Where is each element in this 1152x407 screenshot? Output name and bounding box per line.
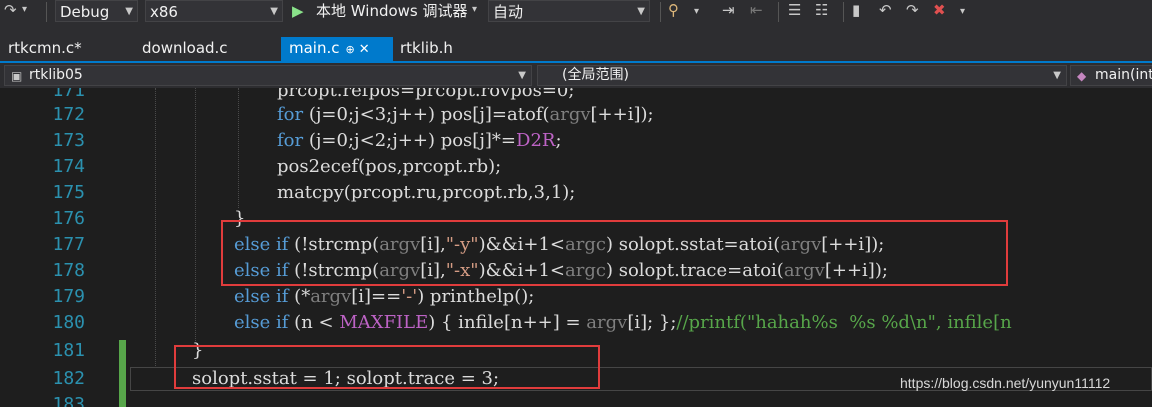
line-number: 181 [52,340,85,361]
toolbar-separator [660,2,661,22]
scope-value: (全局范围) [562,67,629,83]
code-line: 174 pos2ecef(pos,prcopt.rb); [0,154,1152,180]
document-tabs: rtkcmn.c* download.c main.c ⊕ ✕ rtklib.h [0,37,1152,61]
solution-select[interactable]: 自动 ▼ [488,0,650,22]
tab-rtkcmn[interactable]: rtkcmn.c* [0,37,90,61]
close-icon[interactable]: ✕ [359,42,370,57]
line-number: 174 [52,156,85,177]
project-icon: ▣ [11,69,23,83]
next-bookmark-icon[interactable]: ↷ [906,0,919,20]
redo-icon[interactable]: ↷ [4,0,17,20]
chevron-down-icon: ▼ [270,6,278,17]
toolbar: ↷ ▾ Debug ▼ x86 ▼ ▶ 本地 Windows 调试器 ▾ 自动 … [0,0,1152,38]
tab-label: rtkcmn.c* [8,39,82,57]
function-icon: ◆ [1077,69,1087,83]
member-select[interactable]: ◆ main(int [1070,65,1152,86]
clear-bookmarks-icon[interactable]: ✖ [933,0,946,20]
navigation-bar: ▣ rtklib05 ▼ (全局范围) ▼ ◆ main(int [0,63,1152,89]
indent-icon[interactable]: ⇥ [722,0,735,20]
project-value: rtklib05 [29,67,83,83]
watermark: https://blog.csdn.net/yunyun11112 [900,375,1111,391]
highlight-box-options [221,220,1008,286]
line-number: 175 [52,182,85,203]
chevron-down-icon: ▼ [518,70,526,81]
platform-select[interactable]: x86 ▼ [145,0,283,22]
chevron-down-icon[interactable]: ▾ [960,2,965,22]
code-text: matcpy(prcopt.ru,prcopt.rb,3,1); [277,182,576,203]
chevron-down-icon[interactable]: ▾ [22,0,27,20]
uncomment-icon[interactable]: ☷ [815,0,828,20]
solution-value: 自动 [493,3,524,21]
toolbar-separator [843,2,844,22]
line-number: 172 [52,104,85,125]
tab-main[interactable]: main.c ⊕ ✕ [281,37,393,61]
code-text: for (j=0;j<3;j++) pos[j]=atof(argv[++i])… [277,104,654,125]
chevron-down-icon[interactable]: ▾ [472,0,477,20]
chevron-down-icon: ▼ [1053,70,1061,81]
toolbar-separator [46,2,47,22]
toolbar-separator [778,2,779,22]
code-line: 183 [0,392,1152,407]
comment-icon[interactable]: ☰ [788,0,801,20]
run-debugger-button[interactable]: 本地 Windows 调试器 [316,0,468,22]
member-value: main(int [1095,67,1152,83]
code-editor[interactable]: 171 prcopt.refpos=prcopt.rovpos=0; 172 f… [0,88,1152,407]
bookmark-icon[interactable]: ▮ [852,0,860,20]
code-text: else if (n < MAXFILE) { infile[n++] = ar… [234,312,1012,333]
config-value: Debug [60,3,110,21]
code-line: 180 else if (n < MAXFILE) { infile[n++] … [0,310,1152,336]
code-line: 173 for (j=0;j<2;j++) pos[j]*=D2R; [0,128,1152,154]
line-number: 179 [52,286,85,307]
line-number: 183 [52,394,85,407]
line-number: 176 [52,208,85,229]
line-number: 178 [52,260,85,281]
prev-bookmark-icon[interactable]: ↶ [879,0,892,20]
project-select[interactable]: ▣ rtklib05 ▼ [4,65,532,86]
code-text: else if (*argv[i]=='-') printhelp(); [234,286,535,307]
chevron-down-icon: ▼ [125,6,133,17]
tab-label: rtklib.h [400,39,453,57]
line-number: 180 [52,312,85,333]
line-number: 173 [52,130,85,151]
code-line: 179 else if (*argv[i]=='-') printhelp(); [0,284,1152,310]
find-icon[interactable]: ⚲ [668,0,679,20]
tab-rtklib[interactable]: rtklib.h [392,37,461,61]
chevron-down-icon: ▼ [637,6,645,17]
code-text: pos2ecef(pos,prcopt.rb); [277,156,502,177]
line-number: 177 [52,234,85,255]
scope-select[interactable]: (全局范围) ▼ [537,65,1067,86]
outdent-icon[interactable]: ⇤ [750,0,763,20]
config-select[interactable]: Debug ▼ [55,0,138,22]
pin-icon[interactable]: ⊕ [346,43,355,56]
tab-download[interactable]: download.c [134,37,236,61]
play-icon[interactable]: ▶ [292,0,304,22]
code-line: 172 for (j=0;j<3;j++) pos[j]=atof(argv[+… [0,102,1152,128]
highlight-box-assignment [174,345,600,389]
platform-value: x86 [150,3,178,21]
chevron-down-icon[interactable]: ▾ [694,2,699,22]
tab-label: main.c [289,39,340,57]
code-line: 175 matcpy(prcopt.ru,prcopt.rb,3,1); [0,180,1152,206]
code-text: for (j=0;j<2;j++) pos[j]*=D2R; [277,130,562,151]
tab-label: download.c [142,39,228,57]
line-number: 182 [52,368,85,389]
